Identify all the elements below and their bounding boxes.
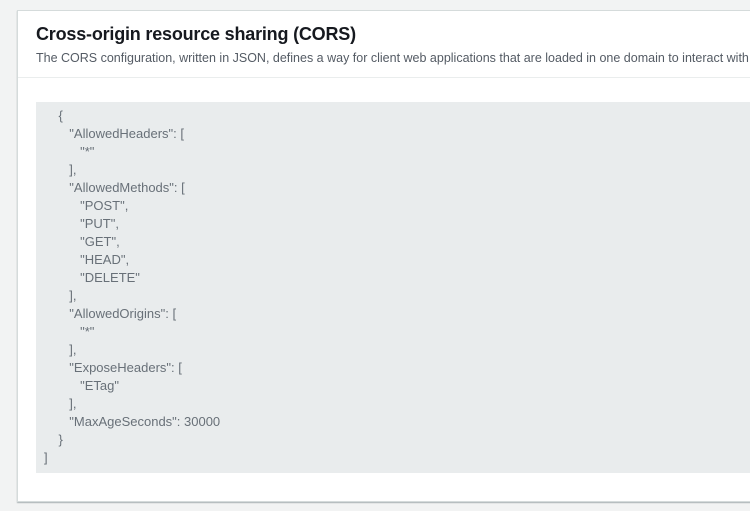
cors-card-description: The CORS configuration, written in JSON,…	[36, 50, 750, 66]
page-background: Cross-origin resource sharing (CORS) The…	[0, 0, 750, 511]
cors-card-body: { "AllowedHeaders": [ "*" ], "AllowedMet…	[18, 78, 750, 501]
cors-json-viewer: { "AllowedHeaders": [ "*" ], "AllowedMet…	[36, 102, 750, 473]
cors-card: Cross-origin resource sharing (CORS) The…	[17, 10, 750, 502]
cors-card-title: Cross-origin resource sharing (CORS)	[36, 23, 750, 45]
cors-card-header: Cross-origin resource sharing (CORS) The…	[18, 11, 750, 78]
